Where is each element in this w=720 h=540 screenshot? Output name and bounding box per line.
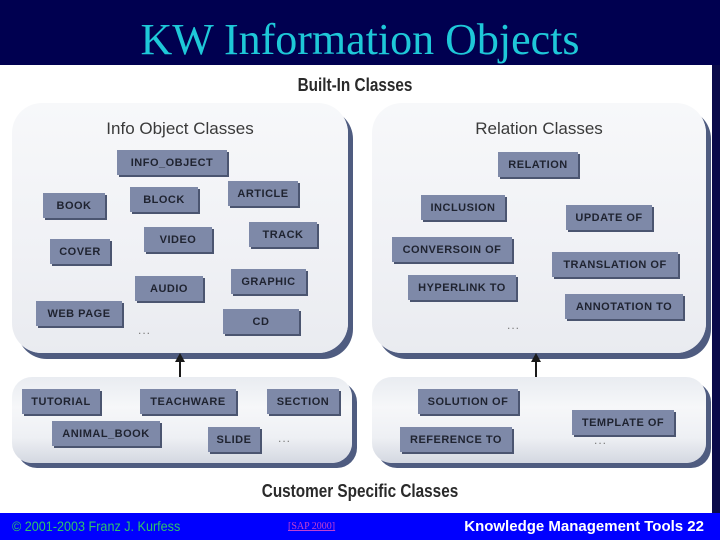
class-hyperlink-to: HYPERLINK TO	[408, 275, 516, 300]
relation-classes-title: Relation Classes	[475, 119, 603, 138]
class-solution-of: SOLUTION OF	[418, 389, 518, 414]
class-graphic: GRAPHIC	[231, 269, 306, 294]
class-relation: RELATION	[498, 152, 578, 177]
diagram-canvas: Built-In Classes Info Object Classes INF…	[0, 65, 712, 513]
class-annotation-to: ANNOTATION TO	[565, 294, 683, 319]
inheritance-arrow-left-head	[175, 353, 185, 362]
course-page-label: Knowledge Management Tools 22	[464, 518, 704, 535]
info-object-classes-title: Info Object Classes	[106, 119, 254, 138]
class-cover: COVER	[50, 239, 110, 264]
class-teachware: TEACHWARE	[140, 389, 236, 414]
class-translation-of: TRANSLATION OF	[552, 252, 678, 277]
sap-2000-reference-link[interactable]: [SAP 2000]	[288, 521, 335, 532]
class-track: TRACK	[249, 222, 317, 247]
class-update-of: UPDATE OF	[566, 205, 652, 230]
class-section: SECTION	[267, 389, 339, 414]
class-video: VIDEO	[144, 227, 212, 252]
class-slide: SLIDE	[208, 427, 260, 452]
class-animal-book: ANIMAL_BOOK	[52, 421, 160, 446]
class-template-of: TEMPLATE OF	[572, 410, 674, 435]
customer-specific-classes-heading: Customer Specific Classes	[261, 481, 459, 501]
customer-info-ellipsis: ...	[278, 431, 292, 445]
class-article: ARTICLE	[228, 181, 298, 206]
built-in-classes-heading: Built-In Classes	[297, 75, 413, 95]
class-tutorial: TUTORIAL	[22, 389, 100, 414]
class-block: BLOCK	[130, 187, 198, 212]
inheritance-arrow-right-head	[531, 353, 541, 362]
class-conversoin-of: CONVERSOIN OF	[392, 237, 512, 262]
copyright-text: © 2001-2003 Franz J. Kurfess	[12, 518, 181, 534]
relation-classes-ellipsis: ...	[507, 318, 521, 332]
info-classes-ellipsis: ...	[138, 323, 152, 337]
class-cd: CD	[223, 309, 299, 334]
class-inclusion: INCLUSION	[421, 195, 505, 220]
class-book: BOOK	[43, 193, 105, 218]
class-reference-to: REFERENCE TO	[400, 427, 512, 452]
slide-title: KW Information Objects	[140, 15, 580, 64]
footer-bar: © 2001-2003 Franz J. Kurfess [SAP 2000] …	[0, 513, 720, 540]
title-bar: KW Information Objects	[0, 0, 720, 65]
class-info-object: INFO_OBJECT	[117, 150, 227, 175]
customer-relation-ellipsis: ...	[594, 433, 608, 447]
class-web-page: WEB PAGE	[36, 301, 122, 326]
class-audio: AUDIO	[135, 276, 203, 301]
right-edge-strip	[712, 65, 720, 513]
